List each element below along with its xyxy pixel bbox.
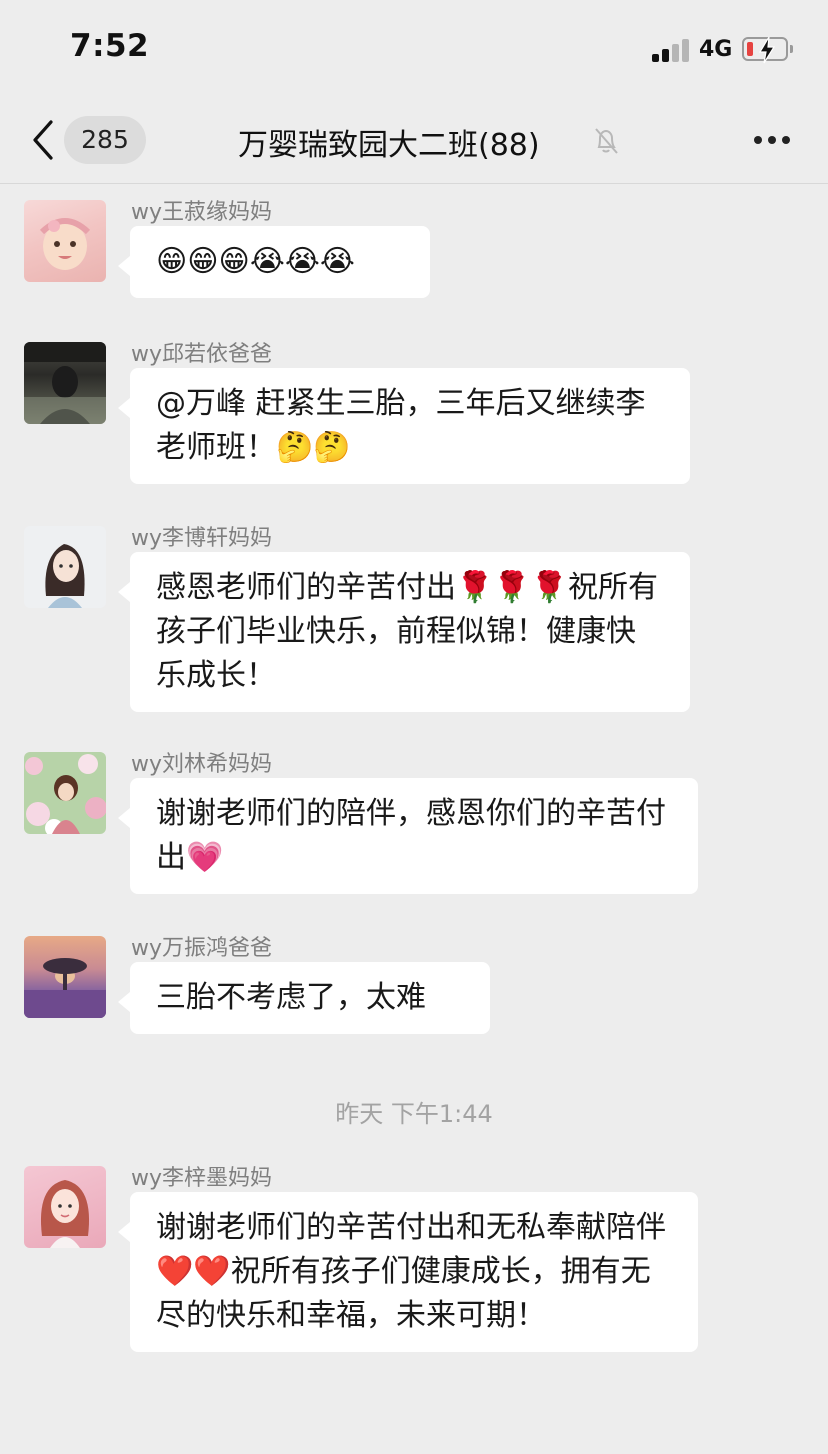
ellipsis-icon[interactable] [752, 133, 792, 147]
message-bubble[interactable]: 三胎不考虑了，太难 [118, 962, 490, 1034]
unread-count-badge[interactable]: 285 [64, 116, 146, 164]
message-timestamp: 昨天 下午1:44 [335, 1100, 493, 1128]
message-bubble[interactable]: 谢谢老师们的陪伴，感恩你们的辛苦付出💗 [118, 778, 698, 894]
chat-title: 万婴瑞致园大二班(88) [238, 128, 540, 163]
chevron-left-icon[interactable] [30, 118, 56, 162]
sender-name: wy刘林希妈妈 [131, 752, 273, 777]
message-text: 谢谢老师们的辛苦付出和无私奉献陪伴❤️❤️祝所有孩子们健康成长，拥有无尽的快乐和… [156, 1210, 666, 1333]
avatar[interactable] [24, 526, 106, 608]
avatar[interactable] [24, 1166, 106, 1248]
message-bubble[interactable]: @万峰 赶紧生三胎，三年后又继续李老师班！🤔🤔 [118, 368, 690, 484]
signal-icon [652, 38, 692, 62]
message-text: 😁😁😁😭😭😭 [156, 244, 355, 279]
message-bubble[interactable]: 谢谢老师们的辛苦付出和无私奉献陪伴❤️❤️祝所有孩子们健康成长，拥有无尽的快乐和… [118, 1192, 698, 1352]
bell-slash-icon [595, 128, 618, 154]
status-time: 7:52 [70, 28, 150, 64]
avatar[interactable] [24, 752, 106, 834]
avatar[interactable] [24, 200, 106, 282]
sender-name: wy万振鸿爸爸 [131, 936, 273, 961]
avatar[interactable] [24, 342, 106, 424]
message-bubble[interactable]: 😁😁😁😭😭😭 [118, 226, 430, 298]
message-bubble[interactable]: 感恩老师们的辛苦付出🌹🌹🌹祝所有孩子们毕业快乐，前程似锦！健康快乐成长！ [118, 552, 690, 712]
message-text: 谢谢老师们的陪伴，感恩你们的辛苦付出💗 [156, 796, 666, 875]
message-text: 三胎不考虑了，太难 [156, 980, 426, 1015]
sender-name: wy李梓墨妈妈 [131, 1166, 273, 1191]
avatar[interactable] [24, 936, 106, 1018]
chat-header: 285 万婴瑞致园大二班(88) [0, 100, 828, 184]
sender-name: wy邱若依爸爸 [131, 342, 273, 367]
battery-icon [742, 36, 788, 64]
sender-name: wy李博轩妈妈 [131, 526, 273, 551]
sender-name: wy王菽缘妈妈 [131, 200, 273, 225]
status-bar: 7:52 4G [0, 0, 828, 100]
network-type: 4G [699, 37, 733, 62]
message-text: 感恩老师们的辛苦付出🌹🌹🌹祝所有孩子们毕业快乐，前程似锦！健康快乐成长！ [156, 570, 659, 693]
message-text: @万峰 赶紧生三胎，三年后又继续李老师班！🤔🤔 [156, 386, 646, 465]
